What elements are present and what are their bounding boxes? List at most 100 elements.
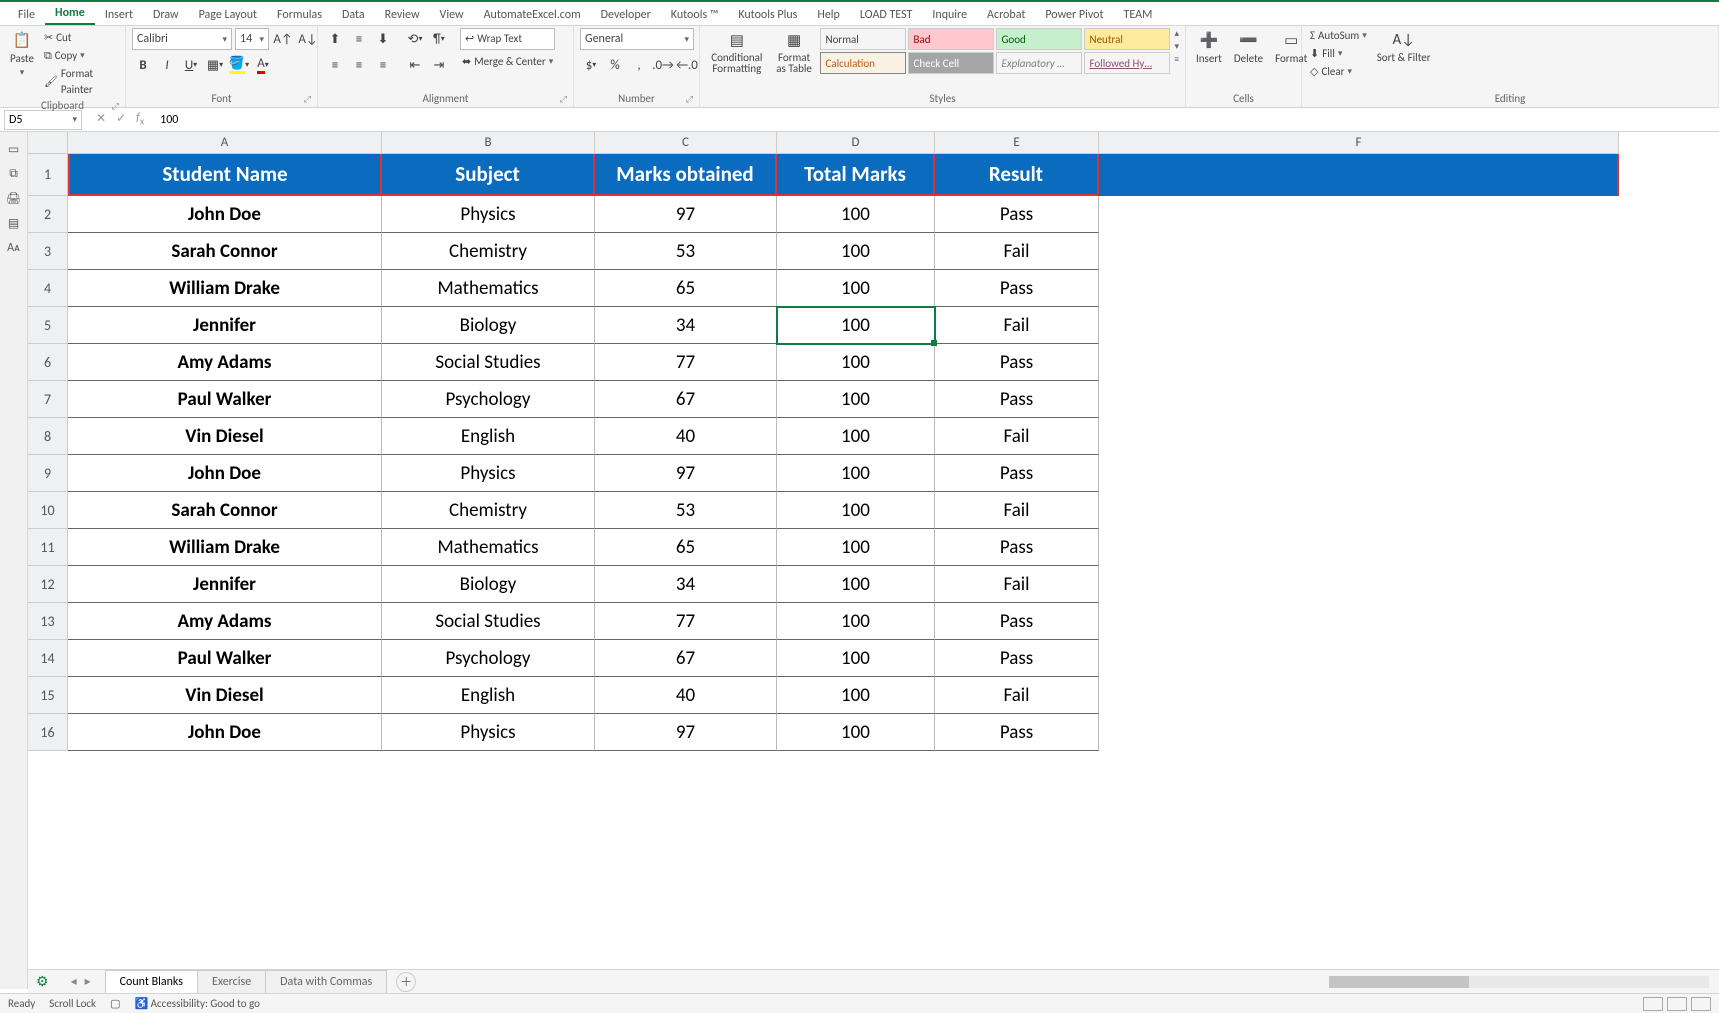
col-header-E[interactable]: E bbox=[935, 132, 1099, 154]
tab-help[interactable]: Help bbox=[807, 4, 850, 25]
sheet-tab-data-commas[interactable]: Data with Commas bbox=[265, 970, 387, 993]
cell-r10-c0[interactable]: William Drake bbox=[68, 529, 382, 566]
tab-load-test[interactable]: LOAD TEST bbox=[850, 4, 923, 25]
cell-r5-c5[interactable] bbox=[1099, 344, 1619, 381]
header-cell-4[interactable]: Result bbox=[935, 154, 1099, 196]
autosum-button[interactable]: ΣAutoSum▾ bbox=[1308, 28, 1369, 44]
clear-button[interactable]: ◇Clear▾ bbox=[1308, 64, 1369, 80]
cell-r6-c0[interactable]: Paul Walker bbox=[68, 381, 382, 418]
row-header-1[interactable]: 1 bbox=[28, 154, 68, 196]
cell-r1-c4[interactable]: Pass bbox=[935, 196, 1099, 233]
format-as-table-button[interactable]: ▦Format as Table bbox=[772, 28, 817, 76]
style-check-cell[interactable]: Check Cell bbox=[908, 52, 994, 74]
cell-r11-c0[interactable]: Jennifer bbox=[68, 566, 382, 603]
tab-view[interactable]: View bbox=[430, 4, 474, 25]
cell-r6-c2[interactable]: 67 bbox=[595, 381, 777, 418]
cell-r7-c5[interactable] bbox=[1099, 418, 1619, 455]
cell-r9-c5[interactable] bbox=[1099, 492, 1619, 529]
select-all-corner[interactable] bbox=[28, 132, 68, 154]
row-header-3[interactable]: 3 bbox=[28, 233, 68, 270]
tab-kutools-plus[interactable]: Kutools Plus bbox=[728, 4, 807, 25]
border-button[interactable]: ▦▾ bbox=[204, 54, 226, 76]
cell-r2-c2[interactable]: 53 bbox=[595, 233, 777, 270]
row-header-2[interactable]: 2 bbox=[28, 196, 68, 233]
decrease-indent-button[interactable]: ⇤ bbox=[404, 54, 426, 76]
tab-acrobat[interactable]: Acrobat bbox=[977, 4, 1035, 25]
insert-cells-button[interactable]: ➕Insert bbox=[1192, 28, 1226, 67]
cell-r14-c4[interactable]: Fail bbox=[935, 677, 1099, 714]
cell-r4-c3[interactable]: 100 bbox=[777, 307, 935, 344]
header-cell-5[interactable] bbox=[1099, 154, 1619, 196]
row-header-16[interactable]: 16 bbox=[28, 714, 68, 751]
tab-review[interactable]: Review bbox=[375, 4, 430, 25]
sort-filter-button[interactable]: A↓Sort & Filter bbox=[1373, 28, 1435, 65]
cell-r2-c4[interactable]: Fail bbox=[935, 233, 1099, 270]
sheet-tab-count-blanks[interactable]: Count Blanks bbox=[105, 970, 198, 993]
align-top-button[interactable]: ⬆ bbox=[324, 28, 346, 50]
accounting-button[interactable]: $▾ bbox=[580, 54, 602, 76]
styles-scroll-down[interactable]: ▾ bbox=[1174, 41, 1179, 52]
cell-r6-c1[interactable]: Psychology bbox=[382, 381, 595, 418]
cell-r10-c3[interactable]: 100 bbox=[777, 529, 935, 566]
cell-r1-c3[interactable]: 100 bbox=[777, 196, 935, 233]
style-bad[interactable]: Bad bbox=[908, 28, 994, 50]
tab-data[interactable]: Data bbox=[332, 4, 375, 25]
cell-r3-c4[interactable]: Pass bbox=[935, 270, 1099, 307]
cell-r12-c1[interactable]: Social Studies bbox=[382, 603, 595, 640]
cell-r12-c3[interactable]: 100 bbox=[777, 603, 935, 640]
cell-r1-c2[interactable]: 97 bbox=[595, 196, 777, 233]
cell-r10-c1[interactable]: Mathematics bbox=[382, 529, 595, 566]
cell-r8-c1[interactable]: Physics bbox=[382, 455, 595, 492]
cell-r2-c5[interactable] bbox=[1099, 233, 1619, 270]
row-header-8[interactable]: 8 bbox=[28, 418, 68, 455]
cell-r3-c0[interactable]: William Drake bbox=[68, 270, 382, 307]
cell-r15-c4[interactable]: Pass bbox=[935, 714, 1099, 751]
cell-r9-c4[interactable]: Fail bbox=[935, 492, 1099, 529]
underline-button[interactable]: U▾ bbox=[180, 54, 202, 76]
decrease-decimal-button[interactable]: ←.0 bbox=[676, 54, 698, 76]
cell-r3-c5[interactable] bbox=[1099, 270, 1619, 307]
cell-r14-c2[interactable]: 40 bbox=[595, 677, 777, 714]
cell-r7-c1[interactable]: English bbox=[382, 418, 595, 455]
cell-r6-c3[interactable]: 100 bbox=[777, 381, 935, 418]
tab-home[interactable]: Home bbox=[45, 2, 95, 25]
accessibility-status[interactable]: ♿ Accessibility: Good to go bbox=[134, 997, 259, 1010]
cell-r15-c2[interactable]: 97 bbox=[595, 714, 777, 751]
cell-r14-c0[interactable]: Vin Diesel bbox=[68, 677, 382, 714]
tab-kutools[interactable]: Kutools ™ bbox=[661, 4, 729, 25]
style-normal[interactable]: Normal bbox=[820, 28, 906, 50]
col-header-C[interactable]: C bbox=[595, 132, 777, 154]
cell-r12-c5[interactable] bbox=[1099, 603, 1619, 640]
cell-r15-c1[interactable]: Physics bbox=[382, 714, 595, 751]
fill-button[interactable]: ⬇Fill▾ bbox=[1308, 46, 1369, 62]
header-cell-1[interactable]: Subject bbox=[382, 154, 595, 196]
increase-indent-button[interactable]: ⇥ bbox=[428, 54, 450, 76]
col-header-F[interactable]: F bbox=[1099, 132, 1619, 154]
paste-button[interactable]: 📋 Paste ▾ bbox=[6, 28, 38, 80]
cell-r13-c5[interactable] bbox=[1099, 640, 1619, 677]
row-header-13[interactable]: 13 bbox=[28, 603, 68, 640]
cut-button[interactable]: ✂Cut bbox=[42, 30, 119, 46]
cell-r15-c0[interactable]: John Doe bbox=[68, 714, 382, 751]
percent-button[interactable]: % bbox=[604, 54, 626, 76]
header-cell-0[interactable]: Student Name bbox=[68, 154, 382, 196]
cell-r11-c2[interactable]: 34 bbox=[595, 566, 777, 603]
align-left-button[interactable]: ≡ bbox=[324, 54, 346, 76]
row-header-10[interactable]: 10 bbox=[28, 492, 68, 529]
cell-r3-c2[interactable]: 65 bbox=[595, 270, 777, 307]
cell-r12-c0[interactable]: Amy Adams bbox=[68, 603, 382, 640]
tab-insert[interactable]: Insert bbox=[95, 4, 143, 25]
cell-r4-c2[interactable]: 34 bbox=[595, 307, 777, 344]
sheet-nav-first[interactable]: ◂ bbox=[71, 974, 77, 989]
row-header-12[interactable]: 12 bbox=[28, 566, 68, 603]
cell-r11-c4[interactable]: Fail bbox=[935, 566, 1099, 603]
header-cell-3[interactable]: Total Marks bbox=[777, 154, 935, 196]
cell-r6-c4[interactable]: Pass bbox=[935, 381, 1099, 418]
tab-inquire[interactable]: Inquire bbox=[922, 4, 977, 25]
row-header-11[interactable]: 11 bbox=[28, 529, 68, 566]
number-launcher[interactable]: ⤢ bbox=[686, 94, 693, 105]
cell-r14-c3[interactable]: 100 bbox=[777, 677, 935, 714]
comma-button[interactable]: , bbox=[628, 54, 650, 76]
wrap-text-button[interactable]: ↩Wrap Text bbox=[460, 28, 555, 50]
cell-r7-c0[interactable]: Vin Diesel bbox=[68, 418, 382, 455]
